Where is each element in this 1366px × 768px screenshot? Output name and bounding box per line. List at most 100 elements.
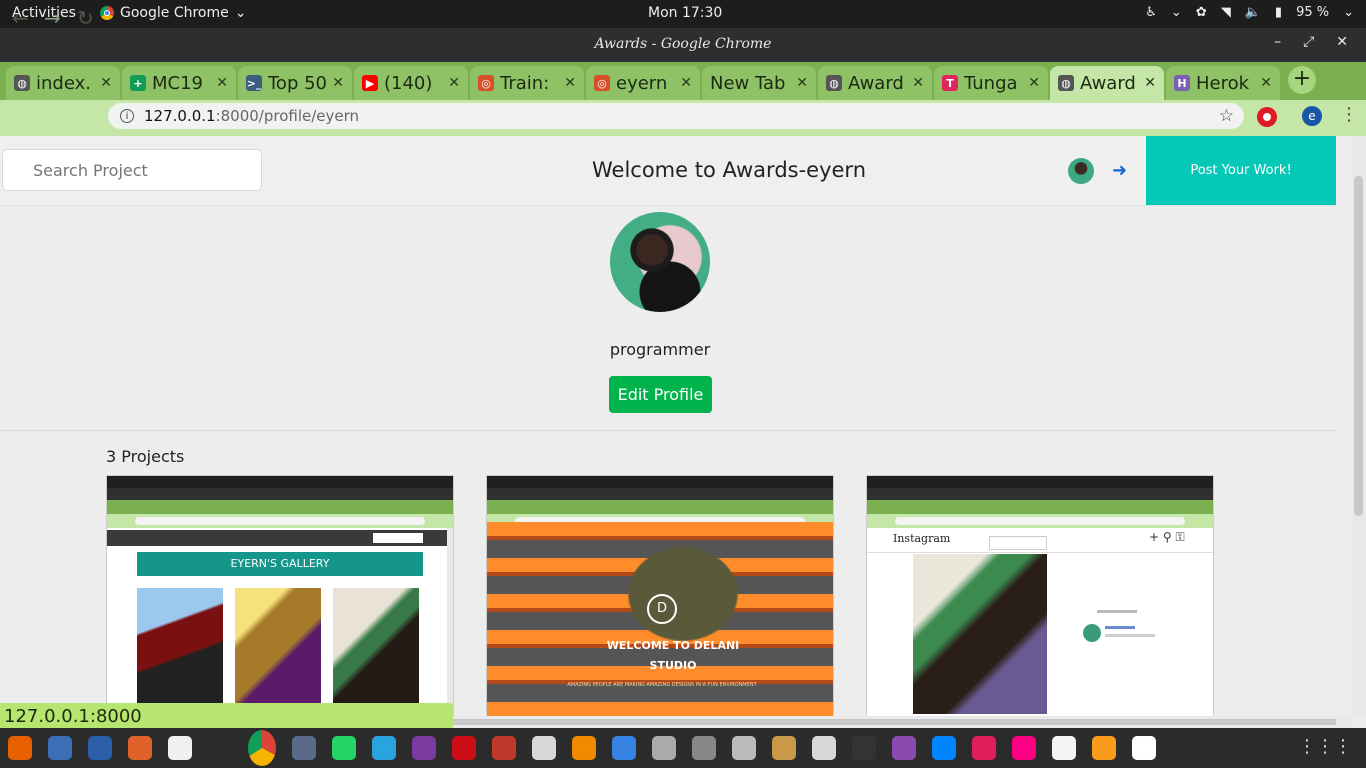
- clock[interactable]: Mon 17:30: [648, 5, 722, 21]
- browser-tab[interactable]: ◎ eyern ✕: [586, 66, 700, 100]
- profile-picture: [610, 212, 710, 312]
- software-icon[interactable]: [128, 736, 152, 760]
- reload-icon[interactable]: ↻: [77, 6, 94, 30]
- url-host: 127.0.0.1: [144, 107, 216, 125]
- tool-icon[interactable]: [292, 736, 316, 760]
- firefox-icon[interactable]: [8, 736, 32, 760]
- terminal-icon[interactable]: [208, 736, 232, 760]
- logout-icon[interactable]: ➜: [1112, 160, 1127, 181]
- monitor-icon[interactable]: [852, 736, 876, 760]
- search-input[interactable]: Search Project: [2, 149, 262, 191]
- tab-close-icon[interactable]: ✕: [796, 75, 808, 91]
- tab-close-icon[interactable]: ✕: [332, 75, 344, 91]
- project-card[interactable]: EYERN'S GALLERY: [106, 475, 454, 716]
- tab-close-icon[interactable]: ✕: [216, 75, 228, 91]
- link-status-bar: 127.0.0.1:8000: [0, 703, 453, 728]
- profile-avatar[interactable]: e: [1302, 106, 1322, 126]
- forward-icon[interactable]: →: [44, 6, 61, 30]
- slack-icon[interactable]: [972, 736, 996, 760]
- amazon-icon[interactable]: [168, 736, 192, 760]
- minimize-button[interactable]: –: [1274, 34, 1281, 50]
- close-button[interactable]: ✕: [1336, 34, 1348, 50]
- info-icon[interactable]: i: [120, 109, 134, 123]
- telegram-icon[interactable]: [372, 736, 396, 760]
- project-card[interactable]: Instagram + ⚲ ⚿: [866, 475, 1214, 716]
- solitaire-icon[interactable]: [532, 736, 556, 760]
- post-work-button[interactable]: Post Your Work!: [1146, 136, 1336, 205]
- tab-strip: ◍ index. ✕ + MC19 ✕ >_ Top 50 ✕ ▶ (140) ✕ ◎ Train: ✕ ◎ e…: [0, 62, 1366, 100]
- vlc-icon[interactable]: [572, 736, 596, 760]
- tab-close-icon[interactable]: ✕: [1028, 75, 1040, 91]
- scanner-icon[interactable]: [652, 736, 676, 760]
- rss-icon[interactable]: [412, 736, 436, 760]
- system-tray[interactable]: ♿ ⌄ ✿ ◥ 🔈 ▮ 95 % ⌄: [1145, 5, 1354, 20]
- screenshot-icon[interactable]: [892, 736, 916, 760]
- tab-close-icon[interactable]: ✕: [1260, 75, 1272, 91]
- tab-label: Award: [848, 72, 904, 94]
- files-icon[interactable]: [48, 736, 72, 760]
- browser-tab[interactable]: ◍ Award ✕: [818, 66, 932, 100]
- tab-close-icon[interactable]: ✕: [912, 75, 924, 91]
- chevron-down-icon: ⌄: [234, 5, 247, 21]
- browser-tab[interactable]: ◍ Award ✕: [1050, 66, 1164, 100]
- logo-badge: D: [647, 594, 677, 624]
- avatar[interactable]: [1068, 158, 1094, 184]
- menu-icon[interactable]: ⋮: [1340, 104, 1358, 125]
- doc-icon[interactable]: [812, 736, 836, 760]
- edit-profile-button[interactable]: Edit Profile: [609, 376, 712, 413]
- swirl-icon: ◎: [478, 75, 494, 91]
- back-icon[interactable]: ←: [12, 6, 29, 30]
- vertical-scrollbar[interactable]: [1352, 136, 1366, 716]
- accessibility-icon[interactable]: ♿: [1145, 5, 1157, 20]
- heroku-icon: H: [1174, 75, 1190, 91]
- folder-icon[interactable]: [772, 736, 796, 760]
- browser-tab[interactable]: ▶ (140) ✕: [354, 66, 468, 100]
- tab-label: index.: [36, 72, 91, 94]
- printer-icon[interactable]: [692, 736, 716, 760]
- tab-label: (140): [384, 72, 433, 94]
- volume-icon: 🔈: [1244, 5, 1261, 20]
- chrome-icon[interactable]: [248, 730, 276, 766]
- new-tab-button[interactable]: +: [1288, 66, 1316, 94]
- opera-extension-icon[interactable]: [1257, 107, 1277, 127]
- flickr-icon[interactable]: [1012, 736, 1036, 760]
- maximize-button[interactable]: ⤢: [1303, 34, 1314, 50]
- battery-icon: ▮: [1274, 5, 1283, 20]
- project-card[interactable]: D WELCOME TO DELANI STUDIO AMAZING PEOPL…: [486, 475, 834, 716]
- browser-tab[interactable]: >_ Top 50 ✕: [238, 66, 352, 100]
- debian-icon[interactable]: [1132, 736, 1156, 760]
- swirl-icon: ◎: [594, 75, 610, 91]
- browser-tab[interactable]: H Herok ✕: [1166, 66, 1280, 100]
- chrome-icon: [100, 6, 114, 20]
- tasks-icon[interactable]: [612, 736, 636, 760]
- app-menu[interactable]: Google Chrome ⌄: [100, 5, 246, 21]
- browser-tab[interactable]: ◍ index. ✕: [6, 66, 120, 100]
- tab-close-icon[interactable]: ✕: [100, 75, 112, 91]
- tab-close-icon[interactable]: ✕: [1144, 75, 1156, 91]
- camera-icon[interactable]: [1052, 736, 1076, 760]
- tab-label: Train:: [500, 72, 550, 94]
- indicator-icon[interactable]: ✿: [1196, 5, 1207, 20]
- whatsapp-icon[interactable]: [332, 736, 356, 760]
- tab-close-icon[interactable]: ✕: [448, 75, 460, 91]
- address-bar[interactable]: i 127.0.0.1:8000/profile/eyern ☆: [108, 103, 1244, 129]
- messenger-icon[interactable]: [932, 736, 956, 760]
- browser-tab[interactable]: + MC19 ✕: [122, 66, 236, 100]
- tab-label: eyern: [616, 72, 668, 94]
- app-grid-icon[interactable]: ⋮⋮⋮: [1298, 736, 1352, 757]
- opera-icon[interactable]: [452, 736, 476, 760]
- browser-tab[interactable]: T Tunga ✕: [934, 66, 1048, 100]
- bookmark-star-icon[interactable]: ☆: [1219, 106, 1234, 126]
- sublime-icon[interactable]: [1092, 736, 1116, 760]
- browser-tab[interactable]: New Tab ✕: [702, 66, 816, 100]
- writer-icon[interactable]: [88, 736, 112, 760]
- filezilla-icon[interactable]: [492, 736, 516, 760]
- tab-close-icon[interactable]: ✕: [680, 75, 692, 91]
- tab-label: Top 50: [268, 72, 327, 94]
- settings-icon[interactable]: [732, 736, 756, 760]
- tab-label: New Tab: [710, 72, 786, 94]
- browser-tab[interactable]: ◎ Train: ✕: [470, 66, 584, 100]
- tab-close-icon[interactable]: ✕: [564, 75, 576, 91]
- welcome-heading: Welcome to Awards-eyern: [592, 158, 867, 182]
- project-title: Instagram: [893, 532, 951, 545]
